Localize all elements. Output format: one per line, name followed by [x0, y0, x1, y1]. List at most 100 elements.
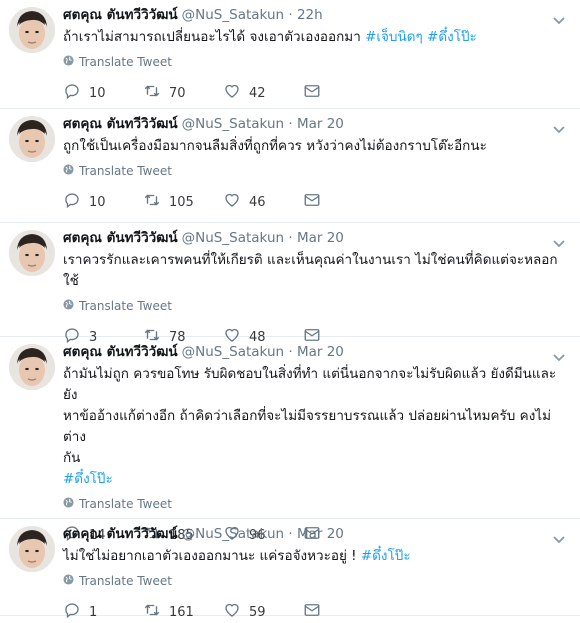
translate-label[interactable]: Translate Tweet	[79, 55, 172, 69]
author-handle[interactable]: @NuS_Satakun	[182, 230, 284, 246]
mail-icon	[303, 601, 329, 623]
retweet-button[interactable]: 105	[143, 191, 223, 213]
like-button[interactable]: 46	[223, 191, 303, 213]
globe-icon	[63, 299, 74, 313]
like-button[interactable]: 59	[223, 601, 303, 623]
tweet-text-line: ไม่ใช่ไม่อยากเอาตัวเองออกมานะ แค่รอจังหว…	[63, 548, 361, 564]
tweet[interactable]: ศตคุณ ตันทวีวิวัฒน์ @NuS_Satakun · Mar 20…	[0, 223, 580, 345]
reply-button[interactable]: 10	[63, 191, 143, 213]
tweet-actions: 1 161 59	[63, 602, 566, 622]
tweet-text-line: เราควรรักและเคารพคนที่ให้เกียรติ และเห็น…	[63, 252, 558, 289]
tweet-timestamp[interactable]: Mar 20	[297, 526, 344, 542]
globe-icon	[63, 497, 74, 511]
globe-icon	[63, 164, 74, 178]
author-handle[interactable]: @NuS_Satakun	[182, 526, 284, 542]
like-count: 59	[249, 604, 266, 620]
mail-icon	[303, 82, 329, 104]
hashtag-link[interactable]: #ดึ๋งโป๊ะ	[427, 29, 477, 45]
tweet-text: เราควรรักและเคารพคนที่ให้เกียรติ และเห็น…	[63, 250, 566, 292]
avatar[interactable]	[9, 116, 55, 162]
translate-label[interactable]: Translate Tweet	[79, 164, 172, 178]
like-button[interactable]: 42	[223, 82, 303, 104]
reply-count: 10	[89, 194, 106, 210]
tweet-timestamp[interactable]: 22h	[297, 7, 323, 23]
tweet-text: ถูกใช้เป็นเครื่องมือมากจนลืมสิ่งที่ถูกที…	[63, 136, 566, 157]
chevron-down-icon[interactable]	[552, 234, 566, 248]
reply-icon	[63, 191, 89, 213]
tweet-text-line: ถ้ามันไม่ถูก ควรขอโทษ รับผิดชอบในสิ่งที่…	[63, 366, 557, 403]
heart-icon	[223, 601, 249, 623]
direct-message-button[interactable]	[303, 191, 383, 213]
author-name[interactable]: ศตคุณ ตันทวีวิวัฒน์	[63, 230, 178, 246]
globe-icon	[63, 55, 74, 69]
hashtag-link[interactable]: #เจ็บนิดๆ	[365, 29, 423, 45]
tweet-text: ถ้าเราไม่สามารถเปลี่ยนอะไรได้ จงเอาตัวเอ…	[63, 27, 566, 48]
chevron-down-icon[interactable]	[552, 11, 566, 25]
tweet[interactable]: ศตคุณ ตันทวีวิวัฒน์ @NuS_Satakun · 22h ถ้า…	[0, 0, 580, 109]
author-name[interactable]: ศตคุณ ตันทวีวิวัฒน์	[63, 344, 178, 360]
heart-icon	[223, 82, 249, 104]
tweet-actions: 10 105 46	[63, 192, 566, 212]
tweet-text-line: ถูกใช้เป็นเครื่องมือมากจนลืมสิ่งที่ถูกที…	[63, 138, 487, 154]
retweet-icon	[143, 82, 169, 104]
translate-tweet-link[interactable]: Translate Tweet	[63, 54, 566, 70]
translate-tweet-link[interactable]: Translate Tweet	[63, 298, 566, 314]
retweet-count: 105	[169, 194, 194, 210]
retweet-button[interactable]: 161	[143, 601, 223, 623]
chevron-down-icon[interactable]	[552, 348, 566, 362]
retweet-button[interactable]: 70	[143, 82, 223, 104]
tweet-text-line: ถ้าเราไม่สามารถเปลี่ยนอะไรได้ จงเอาตัวเอ…	[63, 29, 366, 45]
translate-tweet-link[interactable]: Translate Tweet	[63, 573, 566, 589]
author-name[interactable]: ศตคุณ ตันทวีวิวัฒน์	[63, 526, 178, 542]
tweet[interactable]: ศตคุณ ตันทวีวิวัฒน์ @NuS_Satakun · Mar 20…	[0, 109, 580, 223]
tweet-timestamp[interactable]: Mar 20	[297, 344, 344, 360]
retweet-icon	[143, 191, 169, 213]
reply-icon	[63, 601, 89, 623]
tweet-actions: 10 70 42	[63, 83, 566, 103]
like-count: 46	[249, 194, 266, 210]
reply-count: 10	[89, 85, 106, 101]
author-name[interactable]: ศตคุณ ตันทวีวิวัฒน์	[63, 116, 178, 132]
hashtag-link[interactable]: #ดึ๋งโป๊ะ	[361, 548, 411, 564]
chevron-down-icon[interactable]	[552, 120, 566, 134]
tweet-timestamp[interactable]: Mar 20	[297, 116, 344, 132]
translate-label[interactable]: Translate Tweet	[79, 299, 172, 313]
tweet[interactable]: ศตคุณ ตันทวีวิวัฒน์ @NuS_Satakun · Mar 20…	[0, 337, 580, 543]
translate-tweet-link[interactable]: Translate Tweet	[63, 163, 566, 179]
tweet-text: ถ้ามันไม่ถูก ควรขอโทษ รับผิดชอบในสิ่งที่…	[63, 364, 566, 490]
translate-label[interactable]: Translate Tweet	[79, 574, 172, 588]
tweet-header: ศตคุณ ตันทวีวิวัฒน์ @NuS_Satakun · 22h	[63, 7, 323, 23]
retweet-count: 70	[169, 85, 186, 101]
tweet[interactable]: ศตคุณ ตันทวีวิวัฒน์ @NuS_Satakun · Mar 20…	[0, 519, 580, 620]
reply-icon	[63, 82, 89, 104]
author-name[interactable]: ศตคุณ ตันทวีวิวัฒน์	[63, 7, 178, 23]
tweet-header: ศตคุณ ตันทวีวิวัฒน์ @NuS_Satakun · Mar 20	[63, 116, 344, 132]
avatar[interactable]	[9, 7, 55, 53]
direct-message-button[interactable]	[303, 82, 383, 104]
avatar[interactable]	[9, 344, 55, 390]
reply-count: 1	[89, 604, 98, 620]
chevron-down-icon[interactable]	[552, 530, 566, 544]
translate-tweet-link[interactable]: Translate Tweet	[63, 496, 566, 512]
hashtag-link[interactable]: #ดึ๋งโป๊ะ	[63, 471, 113, 487]
direct-message-button[interactable]	[303, 601, 383, 623]
reply-button[interactable]: 1	[63, 601, 143, 623]
retweet-count: 161	[169, 604, 194, 620]
heart-icon	[223, 191, 249, 213]
tweet-timestamp[interactable]: Mar 20	[297, 230, 344, 246]
retweet-icon	[143, 601, 169, 623]
author-handle[interactable]: @NuS_Satakun	[182, 116, 284, 132]
translate-label[interactable]: Translate Tweet	[79, 497, 172, 511]
avatar[interactable]	[9, 230, 55, 276]
tweet-header: ศตคุณ ตันทวีวิวัฒน์ @NuS_Satakun · Mar 20	[63, 230, 344, 246]
reply-button[interactable]: 10	[63, 82, 143, 104]
author-handle[interactable]: @NuS_Satakun	[182, 344, 284, 360]
globe-icon	[63, 574, 74, 588]
avatar[interactable]	[9, 526, 55, 572]
tweet-text: ไม่ใช่ไม่อยากเอาตัวเองออกมานะ แค่รอจังหว…	[63, 546, 566, 567]
tweet-text-line: หาข้ออ้างแก้ต่างอีก ถ้าคิดว่าเลือกที่จะไ…	[63, 408, 551, 445]
tweet-header: ศตคุณ ตันทวีวิวัฒน์ @NuS_Satakun · Mar 20	[63, 344, 344, 360]
tweet-text-line: กัน	[63, 450, 81, 466]
author-handle[interactable]: @NuS_Satakun	[182, 7, 284, 23]
like-count: 42	[249, 85, 266, 101]
